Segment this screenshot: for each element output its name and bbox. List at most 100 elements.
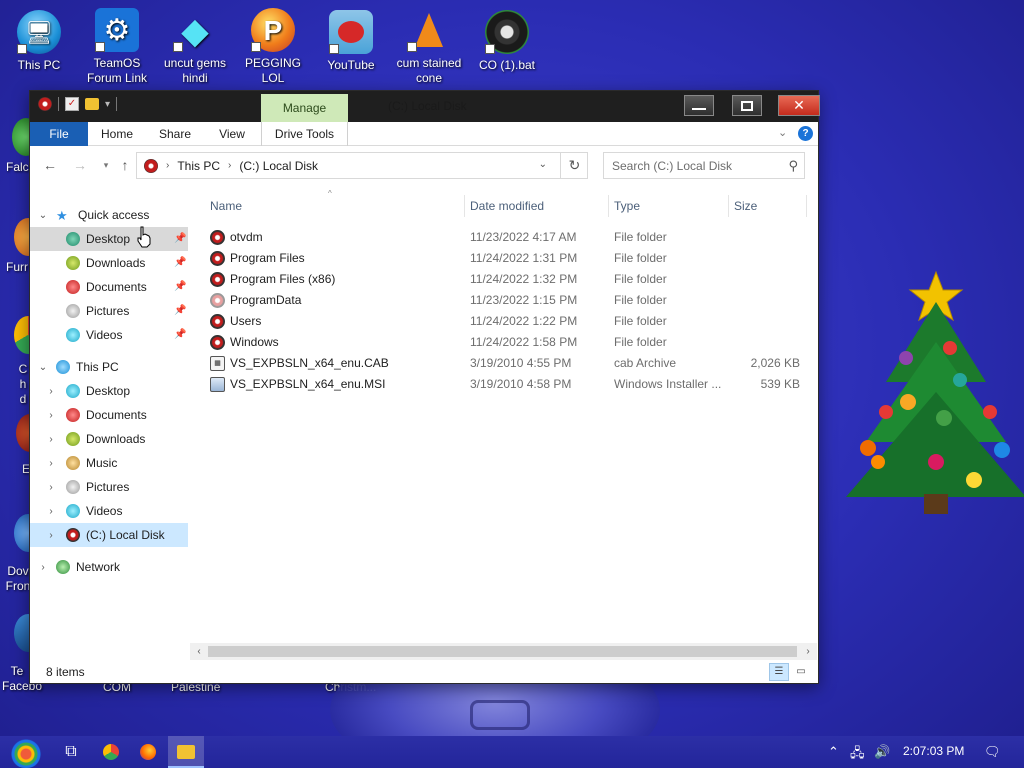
pin-icon[interactable]: 📌 bbox=[174, 257, 186, 269]
desktop-icon-uncut-gems-hindi[interactable]: ◆ uncut gems hindi bbox=[158, 8, 232, 86]
nav-pc-videos[interactable]: › Videos bbox=[30, 499, 188, 523]
file-row[interactable]: Program Files 11/24/2022 1:31 PM File fo… bbox=[200, 248, 817, 269]
expand-chevron-icon[interactable]: › bbox=[44, 530, 58, 541]
breadcrumb-chevron-icon[interactable]: › bbox=[228, 160, 231, 171]
nav-quick-documents[interactable]: Documents 📌 bbox=[30, 275, 188, 299]
chrome-icon[interactable] bbox=[100, 742, 122, 762]
column-date-modified[interactable]: Date modified bbox=[470, 199, 544, 213]
nav-quick-desktop[interactable]: Desktop 📌 bbox=[30, 227, 188, 251]
column-size[interactable]: Size bbox=[734, 199, 757, 213]
properties-icon[interactable]: ✓ bbox=[65, 97, 79, 111]
clock[interactable]: 2:07:03 PM bbox=[903, 744, 964, 758]
file-row[interactable]: Program Files (x86) 11/24/2022 1:32 PM F… bbox=[200, 269, 817, 290]
tab-view[interactable]: View bbox=[204, 122, 260, 146]
nav-pc-pictures[interactable]: › Pictures bbox=[30, 475, 188, 499]
nav-pc-downloads[interactable]: › Downloads bbox=[30, 427, 188, 451]
search-box[interactable]: Search (C:) Local Disk ⚲ bbox=[603, 152, 805, 179]
tab-file[interactable]: File bbox=[30, 122, 88, 146]
up-arrow-icon[interactable]: ↑ bbox=[115, 155, 135, 175]
forward-arrow-icon[interactable]: → bbox=[70, 155, 90, 175]
tab-drive-tools[interactable]: Drive Tools bbox=[261, 122, 348, 146]
notifications-icon[interactable]: 🗨 bbox=[984, 744, 1001, 760]
window-title: (C:) Local Disk bbox=[388, 99, 467, 113]
nav-this-pc[interactable]: ⌄ This PC bbox=[36, 355, 194, 379]
close-button[interactable]: ✕ bbox=[778, 95, 820, 116]
desktop-icon-this-pc[interactable]: 🖥 This PC bbox=[2, 10, 76, 73]
collapse-chevron-icon[interactable]: ⌄ bbox=[36, 210, 50, 221]
expand-chevron-icon[interactable]: › bbox=[44, 386, 58, 397]
file-row[interactable]: Windows 11/24/2022 1:58 PM File folder bbox=[200, 332, 817, 353]
scroll-left-icon[interactable]: ‹ bbox=[190, 643, 208, 660]
minimize-button[interactable] bbox=[684, 95, 714, 116]
nav-quick-downloads[interactable]: Downloads 📌 bbox=[30, 251, 188, 275]
new-folder-icon[interactable] bbox=[85, 98, 99, 110]
address-bar[interactable]: › This PC › (C:) Local Disk ⌄ bbox=[136, 152, 588, 179]
column-type[interactable]: Type bbox=[614, 199, 640, 213]
tab-home[interactable]: Home bbox=[88, 122, 146, 146]
file-date: 11/23/2022 4:17 AM bbox=[470, 230, 577, 244]
show-hidden-icons-icon[interactable]: ⌃ bbox=[828, 744, 839, 760]
back-arrow-icon[interactable]: ← bbox=[40, 155, 60, 175]
breadcrumb-this-pc[interactable]: This PC bbox=[177, 159, 220, 173]
file-row[interactable]: ProgramData 11/23/2022 1:15 PM File fold… bbox=[200, 290, 817, 311]
nav-pc-music[interactable]: › Music bbox=[30, 451, 188, 475]
details-view-icon[interactable]: ☰ bbox=[769, 663, 789, 681]
pin-icon[interactable]: 📌 bbox=[174, 233, 186, 245]
expand-chevron-icon[interactable]: › bbox=[44, 458, 58, 469]
column-divider[interactable] bbox=[464, 195, 465, 217]
maximize-button[interactable] bbox=[732, 95, 762, 116]
collapse-chevron-icon[interactable]: ⌄ bbox=[36, 362, 50, 373]
expand-ribbon-icon[interactable]: ⌄ bbox=[778, 126, 787, 139]
desktop-icon-youtube[interactable]: YouTube bbox=[314, 10, 388, 73]
nav-quick-videos[interactable]: Videos 📌 bbox=[30, 323, 188, 347]
file-row[interactable]: otvdm 11/23/2022 4:17 AM File folder bbox=[200, 227, 817, 248]
file-type: File folder bbox=[614, 293, 667, 307]
volume-icon[interactable]: 🔊 bbox=[874, 744, 890, 760]
customize-toolbar-icon[interactable]: ▾ bbox=[105, 99, 110, 110]
nav-pc-documents[interactable]: › Documents bbox=[30, 403, 188, 427]
desktop-icon-cum-stained-cone[interactable]: cum stained cone bbox=[392, 8, 466, 86]
title-bar[interactable]: ✓ ▾ Manage (C:) Local Disk ✕ bbox=[30, 91, 820, 122]
expand-chevron-icon[interactable]: › bbox=[44, 434, 58, 445]
file-type: File folder bbox=[614, 335, 667, 349]
scrollbar-thumb[interactable] bbox=[208, 646, 797, 657]
horizontal-scrollbar[interactable]: ‹ › bbox=[190, 643, 817, 660]
recent-locations-icon[interactable]: ▾ bbox=[96, 155, 116, 175]
nav-quick-pictures[interactable]: Pictures 📌 bbox=[30, 299, 188, 323]
desktop-icon-teamos-forum-link[interactable]: ⚙ TeamOS Forum Link bbox=[80, 8, 154, 86]
firefox-icon[interactable] bbox=[137, 742, 159, 762]
pin-icon[interactable]: 📌 bbox=[174, 281, 186, 293]
expand-chevron-icon[interactable]: › bbox=[44, 482, 58, 493]
network-icon[interactable]: 🖧 bbox=[850, 744, 865, 766]
file-explorer-taskbar-button[interactable] bbox=[168, 736, 204, 768]
column-name[interactable]: Name bbox=[210, 199, 242, 213]
refresh-button[interactable]: ↻ bbox=[560, 152, 588, 179]
start-button[interactable] bbox=[8, 737, 44, 768]
desktop-icon-pegging-lol[interactable]: P PEGGING LOL bbox=[236, 8, 310, 86]
pin-icon[interactable]: 📌 bbox=[174, 305, 186, 317]
nav-pc-desktop[interactable]: › Desktop bbox=[30, 379, 188, 403]
breadcrumb-chevron-icon[interactable]: › bbox=[166, 160, 169, 171]
column-divider[interactable] bbox=[806, 195, 807, 217]
tab-share[interactable]: Share bbox=[146, 122, 204, 146]
column-divider[interactable] bbox=[728, 195, 729, 217]
expand-chevron-icon[interactable]: › bbox=[44, 410, 58, 421]
nav-quick-access[interactable]: ⌄ ★ Quick access bbox=[36, 203, 194, 227]
column-divider[interactable] bbox=[608, 195, 609, 217]
help-icon[interactable]: ? bbox=[798, 126, 813, 141]
address-dropdown-icon[interactable]: ⌄ bbox=[539, 159, 547, 170]
breadcrumb-local-disk[interactable]: (C:) Local Disk bbox=[239, 159, 318, 173]
expand-chevron-icon[interactable]: › bbox=[44, 506, 58, 517]
large-icons-view-icon[interactable]: ▭ bbox=[791, 663, 811, 681]
task-view-icon[interactable]: ⧉ bbox=[60, 742, 82, 762]
nav-network[interactable]: › Network bbox=[36, 555, 194, 579]
file-row[interactable]: Users 11/24/2022 1:22 PM File folder bbox=[200, 311, 817, 332]
file-row[interactable]: ▦ VS_EXPBSLN_x64_enu.CAB 3/19/2010 4:55 … bbox=[200, 353, 817, 374]
scroll-right-icon[interactable]: › bbox=[799, 643, 817, 660]
file-row[interactable]: VS_EXPBSLN_x64_enu.MSI 3/19/2010 4:58 PM… bbox=[200, 374, 817, 395]
nav-pc-local-disk[interactable]: › (C:) Local Disk bbox=[30, 523, 188, 547]
pin-icon[interactable]: 📌 bbox=[174, 329, 186, 341]
search-icon[interactable]: ⚲ bbox=[788, 158, 798, 174]
desktop-icon-co-bat[interactable]: CO (1).bat bbox=[470, 10, 544, 73]
expand-chevron-icon[interactable]: › bbox=[36, 562, 50, 573]
